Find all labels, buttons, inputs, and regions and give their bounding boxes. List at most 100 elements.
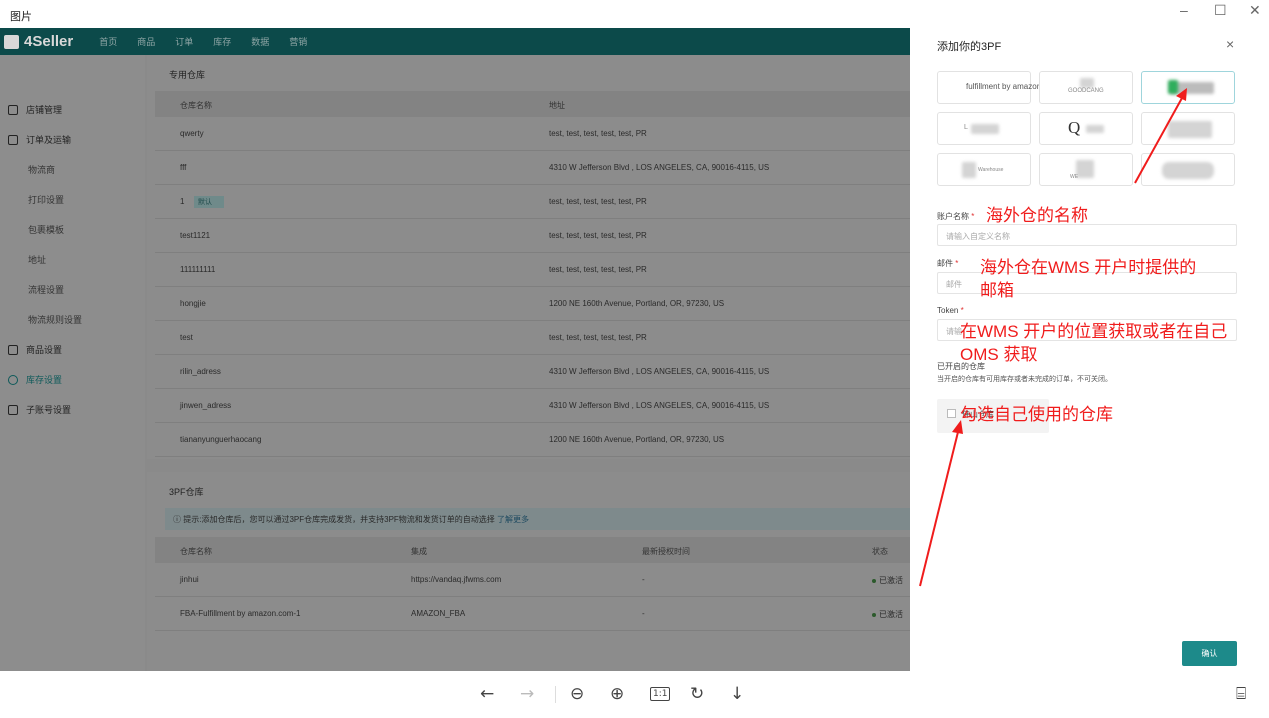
- warehouse-row[interactable]: qwerty test, test, test, test, test, PR: [155, 117, 910, 151]
- sidebar-item-orders[interactable]: 订单及运输: [8, 133, 71, 146]
- confirm-button[interactable]: 确认: [1182, 641, 1237, 666]
- provider-goodcang[interactable]: GOODCANG: [1039, 71, 1133, 104]
- tpf-name: jinhui: [180, 575, 199, 584]
- warehouse-row[interactable]: test test, test, test, test, test, PR: [155, 321, 910, 355]
- tpf-tip: ⓘ 提示:添加仓库后，您可以通过3PF仓库完成发货，并支持3PF物流和发货订单的…: [165, 508, 910, 530]
- sidebar-item-label: 店铺管理: [26, 105, 63, 115]
- warehouse-address: 4310 W Jefferson Blvd , LOS ANGELES, CA,…: [549, 401, 770, 410]
- logo: 4Seller: [4, 33, 73, 50]
- provider-label: Warehouse: [978, 167, 1004, 173]
- nav-products[interactable]: 商品: [137, 35, 155, 48]
- sidebar-item-label: 库存设置: [26, 375, 63, 385]
- provider-selected[interactable]: [1141, 71, 1235, 104]
- warehouse-address: test, test, test, test, test, PR: [549, 265, 647, 274]
- download-button[interactable]: ↓: [730, 684, 744, 704]
- own-warehouse-header: 仓库名称 地址: [155, 91, 910, 117]
- rotate-button[interactable]: ↻: [690, 684, 704, 704]
- status-dot-icon: [872, 578, 876, 583]
- sidebar-item-label: 订单及运输: [26, 135, 72, 145]
- tpf-status: 已激活: [872, 575, 903, 586]
- tpf-header: 仓库名称 集成 最新授权时间 状态: [155, 537, 910, 563]
- prev-image-button[interactable]: ←: [480, 684, 494, 704]
- sidebar-item-label: 商品设置: [26, 345, 63, 355]
- provider-fba[interactable]: fulfillment by amazon: [937, 71, 1041, 104]
- enabled-warehouses-hint: 当开启的仓库有可用库存或者未完成的订单，不可关闭。: [937, 376, 1112, 383]
- close-window-button[interactable]: ✕: [1249, 2, 1261, 19]
- tpf-row[interactable]: jinhui https://vandaq.jfwms.com - 已激活: [155, 563, 910, 597]
- warehouse-row[interactable]: fff 4310 W Jefferson Blvd , LOS ANGELES, …: [155, 151, 910, 185]
- provider-warehouse[interactable]: Warehouse: [937, 153, 1031, 186]
- tpf-auth-time: -: [642, 575, 645, 584]
- learn-more-link[interactable]: 了解更多: [497, 515, 529, 524]
- provider-we[interactable]: WE: [1039, 153, 1133, 186]
- zoom-in-button[interactable]: ⊕: [610, 684, 624, 704]
- provider-label: GOODCANG: [1068, 88, 1104, 94]
- annotation-account: 海外仓的名称: [986, 206, 1088, 225]
- nav-marketing[interactable]: 营销: [289, 35, 307, 48]
- sidebar-item-subaccount[interactable]: 子账号设置: [8, 403, 71, 416]
- sidebar-item-package[interactable]: 包裹模板: [28, 223, 64, 236]
- warehouse-address: 4310 W Jefferson Blvd , LOS ANGELES, CA,…: [549, 367, 770, 376]
- sidebar-item-product[interactable]: 商品设置: [8, 343, 62, 356]
- nav-inventory[interactable]: 库存: [213, 35, 231, 48]
- sidebar-item-carriers[interactable]: 物流商: [28, 163, 55, 176]
- warehouse-row[interactable]: jinwen_adress 4310 W Jefferson Blvd , LOS…: [155, 389, 910, 423]
- close-icon[interactable]: ×: [1226, 36, 1234, 52]
- ocr-button[interactable]: ⌸: [1236, 684, 1246, 704]
- col-address: 地址: [549, 101, 565, 110]
- account-name-input[interactable]: 请输入自定义名称: [937, 224, 1237, 246]
- top-nav: 4Seller 首页 商品 订单 库存 数据 营销: [0, 28, 910, 55]
- sidebar-item-inventory[interactable]: 库存设置: [8, 373, 62, 386]
- nav-home[interactable]: 首页: [99, 35, 117, 48]
- next-image-button[interactable]: →: [520, 684, 534, 704]
- tpf-status: 已激活: [872, 609, 903, 620]
- warehouse-row[interactable]: hongjie 1200 NE 160th Avenue, Portland, O…: [155, 287, 910, 321]
- viewer-title: 图片: [10, 11, 32, 23]
- warehouse-row[interactable]: rilin_adress 4310 W Jefferson Blvd , LOS …: [155, 355, 910, 389]
- tip-text: 提示:添加仓库后，您可以通过3PF仓库完成发货，并支持3PF物流和发货订单的自动…: [183, 515, 495, 524]
- zoom-out-button[interactable]: ⊖: [570, 684, 584, 704]
- annotation-token-line1: 在WMS 开户的位置获取或者在自己: [960, 322, 1228, 341]
- sidebar-item-label: 子账号设置: [26, 405, 72, 415]
- col-integration: 集成: [411, 547, 427, 556]
- minimize-button[interactable]: –: [1180, 2, 1188, 18]
- nav-orders[interactable]: 订单: [175, 35, 193, 48]
- tpf-integration: AMAZON_FBA: [411, 609, 466, 618]
- sidebar-item-logistics-rules[interactable]: 物流规则设置: [28, 313, 82, 326]
- status-dot-icon: [872, 612, 876, 617]
- warehouse-name: test1121: [180, 231, 211, 240]
- token-label: Token *: [937, 306, 964, 315]
- default-badge: 默认: [194, 196, 224, 208]
- tpf-integration: https://vandaq.jfwms.com: [411, 575, 502, 584]
- toolbar-divider: [555, 686, 556, 703]
- order-icon: [8, 134, 18, 145]
- warehouse-row[interactable]: 111111111 test, test, test, test, test, P…: [155, 253, 910, 287]
- sidebar-item-workflow[interactable]: 流程设置: [28, 283, 64, 296]
- sidebar-item-store[interactable]: 店铺管理: [8, 103, 62, 116]
- warehouse-address: 1200 NE 160th Avenue, Portland, OR, 9723…: [549, 435, 725, 444]
- nav-data[interactable]: 数据: [251, 35, 269, 48]
- image-stage: 4Seller 首页 商品 订单 库存 数据 营销 店铺管理 订单及运输 物流商…: [0, 28, 1269, 671]
- provider-label: fulfillment by amazon: [966, 82, 1042, 91]
- warehouse-name: hongjie: [180, 299, 206, 308]
- info-icon: ⓘ: [173, 515, 184, 524]
- email-label: 邮件 *: [937, 259, 959, 268]
- warehouse-row[interactable]: 1 默认 test, test, test, test, test, PR: [155, 185, 910, 219]
- tpf-row[interactable]: FBA-Fulfillment by amazon.com-1 AMAZON_FB…: [155, 597, 910, 631]
- warehouse-checkbox[interactable]: [947, 409, 956, 418]
- actual-size-button[interactable]: 1:1: [650, 687, 671, 701]
- provider-blurred-1[interactable]: [1141, 112, 1235, 145]
- warehouse-row[interactable]: tiananyunguerhaocang 1200 NE 160th Avenue…: [155, 423, 910, 457]
- sidebar-item-address[interactable]: 地址: [28, 253, 46, 266]
- warehouse-name: qwerty: [180, 129, 204, 138]
- provider-l[interactable]: L: [937, 112, 1031, 145]
- col-status: 状态: [872, 547, 888, 556]
- warehouse-name: test: [180, 333, 193, 342]
- store-icon: [8, 104, 18, 115]
- provider-blurred-2[interactable]: [1141, 153, 1235, 186]
- provider-q[interactable]: Q: [1039, 112, 1133, 145]
- maximize-button[interactable]: ☐: [1214, 2, 1227, 19]
- sidebar-item-print[interactable]: 打印设置: [28, 193, 64, 206]
- tpf-warehouse-card: 3PF仓库 ⓘ 提示:添加仓库后，您可以通过3PF仓库完成发货，并支持3PF物流…: [147, 472, 910, 671]
- warehouse-row[interactable]: test1121 test, test, test, test, test, PR: [155, 219, 910, 253]
